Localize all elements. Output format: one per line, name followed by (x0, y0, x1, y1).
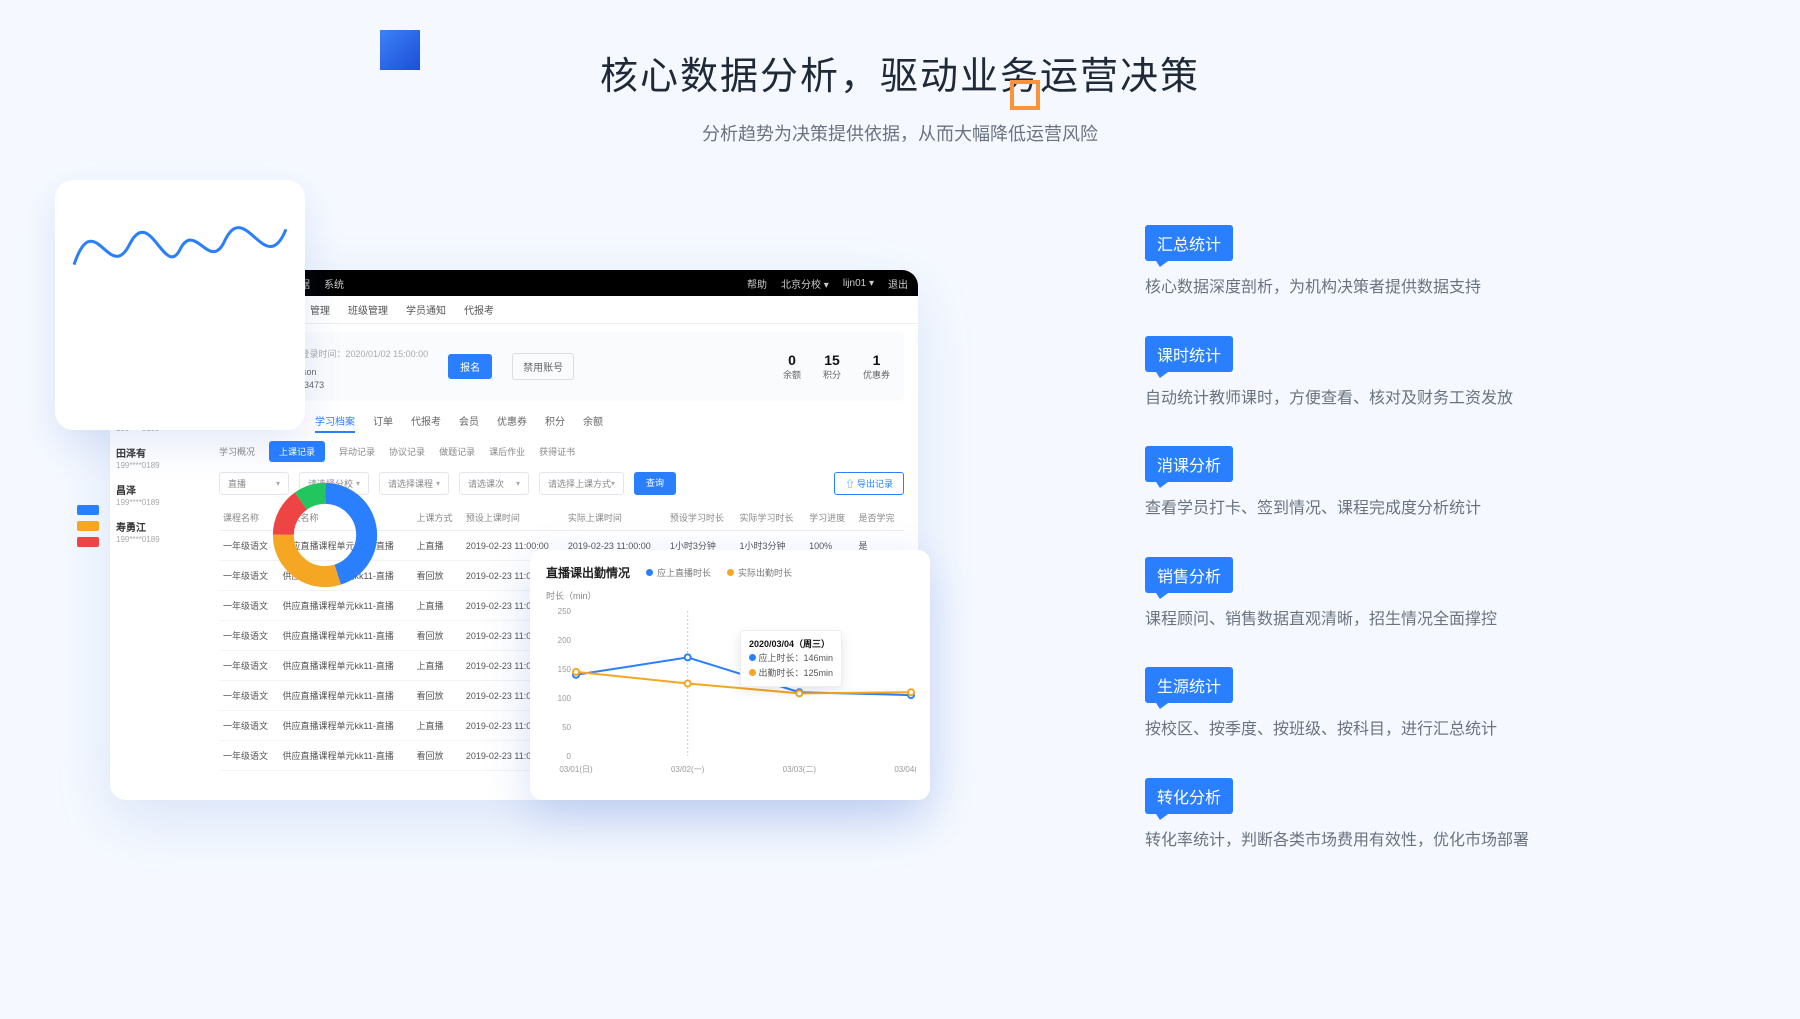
svg-text:150: 150 (558, 665, 572, 674)
subnav-item[interactable]: 管理 (310, 302, 330, 317)
attendance-chart-card: 直播课出勤情况 应上直播时长 实际出勤时长 时长（min） 0 50 100 150 2… (530, 550, 930, 800)
subnav-item[interactable]: 学员通知 (406, 302, 446, 317)
chart-tooltip: 2020/03/04（周三） 应上时长：146min 出勤时长：125min (740, 630, 842, 687)
feature-item: 消课分析 查看学员打卡、签到情况、课程完成度分析统计 (1145, 446, 1715, 522)
record-subtabs: 学习概况 上课记录 异动记录 协议记录 做题记录 课后作业 获得证书 (219, 441, 904, 462)
svg-text:0: 0 (567, 752, 572, 761)
feature-tag: 转化分析 (1145, 778, 1233, 814)
table-header: 预设学习时长 (666, 505, 736, 531)
sidebar-user[interactable]: 寿勇江199****0189 (116, 519, 199, 544)
table-header: 学习进度 (805, 505, 854, 531)
record-subtab[interactable]: 上课记录 (269, 441, 325, 462)
record-subtab[interactable]: 学习概况 (219, 445, 255, 458)
subnav-item[interactable]: 代报考 (464, 302, 494, 317)
profile-tabs: 咨询记录报名学习档案订单代报考会员优惠券积分余额 (219, 413, 904, 433)
help-link[interactable]: 帮助 (747, 276, 767, 291)
table-header: 实际学习时长 (736, 505, 806, 531)
stat-item: 15积分 (823, 352, 841, 381)
stat-item: 0余额 (783, 352, 801, 381)
table-header: 实际上课时间 (564, 505, 666, 531)
sidebar-user[interactable]: 田泽有199****0189 (116, 445, 199, 470)
record-subtab[interactable]: 课后作业 (489, 445, 525, 458)
attendance-title: 直播课出勤情况 (546, 564, 630, 581)
profile-tab[interactable]: 余额 (583, 413, 603, 433)
chart-ylabel: 时长（min） (546, 589, 914, 602)
feature-tag: 销售分析 (1145, 557, 1233, 593)
campus-selector[interactable]: 北京分校 ▾ (781, 276, 829, 291)
svg-text:03/03(二): 03/03(二) (783, 765, 817, 774)
user-menu[interactable]: lijn01 ▾ (843, 278, 874, 289)
feature-tag: 生源统计 (1145, 667, 1233, 703)
profile-tab[interactable]: 会员 (459, 413, 479, 433)
feature-desc: 按校区、按季度、按班级、按科目，进行汇总统计 (1145, 717, 1715, 743)
attendance-line-chart: 0 50 100 150 200 250 03/01(日) 03/02(一) 03/03(二) 0… (546, 606, 916, 776)
record-subtab[interactable]: 获得证书 (539, 445, 575, 458)
feature-tag: 汇总统计 (1145, 225, 1233, 261)
feature-item: 生源统计 按校区、按季度、按班级、按科目，进行汇总统计 (1145, 667, 1715, 743)
donut-chart (200, 480, 450, 590)
feature-item: 转化分析 转化率统计，判断各类市场费用有效性，优化市场部署 (1145, 778, 1715, 854)
legend-actual: 实际出勤时长 (727, 566, 792, 579)
table-header: 是否学完 (855, 505, 904, 531)
legend-expected: 应上直播时长 (646, 566, 711, 579)
mini-chart-card (55, 180, 305, 430)
logout-link[interactable]: 退出 (888, 276, 908, 291)
filter-lesson[interactable]: 请选课次▾ (459, 472, 529, 495)
feature-tag: 消课分析 (1145, 446, 1233, 482)
profile-tab[interactable]: 学习档案 (315, 413, 355, 433)
subnav-item[interactable]: 班级管理 (348, 302, 388, 317)
export-button[interactable]: ⇧ 导出记录 (834, 472, 904, 495)
page-subtitle: 分析趋势为决策提供依据，从而大幅降低运营风险 (0, 120, 1800, 146)
record-subtab[interactable]: 协议记录 (389, 445, 425, 458)
table-header: 预设上课时间 (462, 505, 564, 531)
feature-desc: 查看学员打卡、签到情况、课程完成度分析统计 (1145, 496, 1715, 522)
record-subtab[interactable]: 异动记录 (339, 445, 375, 458)
svg-text:03/01(日): 03/01(日) (559, 765, 593, 774)
feature-tag: 课时统计 (1145, 336, 1233, 372)
decor-orange-square (1010, 80, 1040, 110)
svg-text:100: 100 (558, 694, 572, 703)
stat-item: 1优惠券 (863, 352, 890, 381)
feature-item: 汇总统计 核心数据深度剖析，为机构决策者提供数据支持 (1145, 225, 1715, 301)
disable-account-button[interactable]: 禁用账号 (512, 353, 574, 380)
feature-item: 课时统计 自动统计教师课时，方便查看、核对及财务工资发放 (1145, 336, 1715, 412)
svg-text:03/02(一): 03/02(一) (671, 765, 705, 774)
decor-blue-square (380, 30, 420, 70)
profile-tab[interactable]: 积分 (545, 413, 565, 433)
feature-desc: 转化率统计，判断各类市场费用有效性，优化市场部署 (1145, 828, 1715, 854)
enroll-button[interactable]: 报名 (448, 354, 492, 379)
svg-text:250: 250 (558, 607, 572, 616)
query-button[interactable]: 查询 (634, 472, 676, 495)
student-profile-card: 仝卿致 最后登录时间：2020/01/02 15:00:00 用户户：Ian D… (219, 332, 904, 401)
profile-tab[interactable]: 代报考 (411, 413, 441, 433)
feature-list: 汇总统计 核心数据深度剖析，为机构决策者提供数据支持 课时统计 自动统计教师课时… (1145, 225, 1715, 889)
topnav-item[interactable]: 系统 (324, 276, 344, 291)
record-subtab[interactable]: 做题记录 (439, 445, 475, 458)
svg-text:50: 50 (562, 723, 571, 732)
page-title: 核心数据分析，驱动业务运营决策 (0, 0, 1800, 100)
svg-text:200: 200 (558, 636, 572, 645)
feature-desc: 课程顾问、销售数据直观清晰，招生情况全面撑控 (1145, 607, 1715, 633)
sparkline-chart (69, 194, 291, 295)
feature-desc: 自动统计教师课时，方便查看、核对及财务工资发放 (1145, 386, 1715, 412)
feature-desc: 核心数据深度剖析，为机构决策者提供数据支持 (1145, 275, 1715, 301)
sidebar-user[interactable]: 昌泽199****0189 (116, 482, 199, 507)
feature-item: 销售分析 课程顾问、销售数据直观清晰，招生情况全面撑控 (1145, 557, 1715, 633)
profile-tab[interactable]: 优惠券 (497, 413, 527, 433)
filter-mode[interactable]: 请选择上课方式▾ (539, 472, 624, 495)
donut-legend (77, 505, 99, 553)
svg-text:03/04(三): 03/04(三) (894, 765, 916, 774)
profile-tab[interactable]: 订单 (373, 413, 393, 433)
